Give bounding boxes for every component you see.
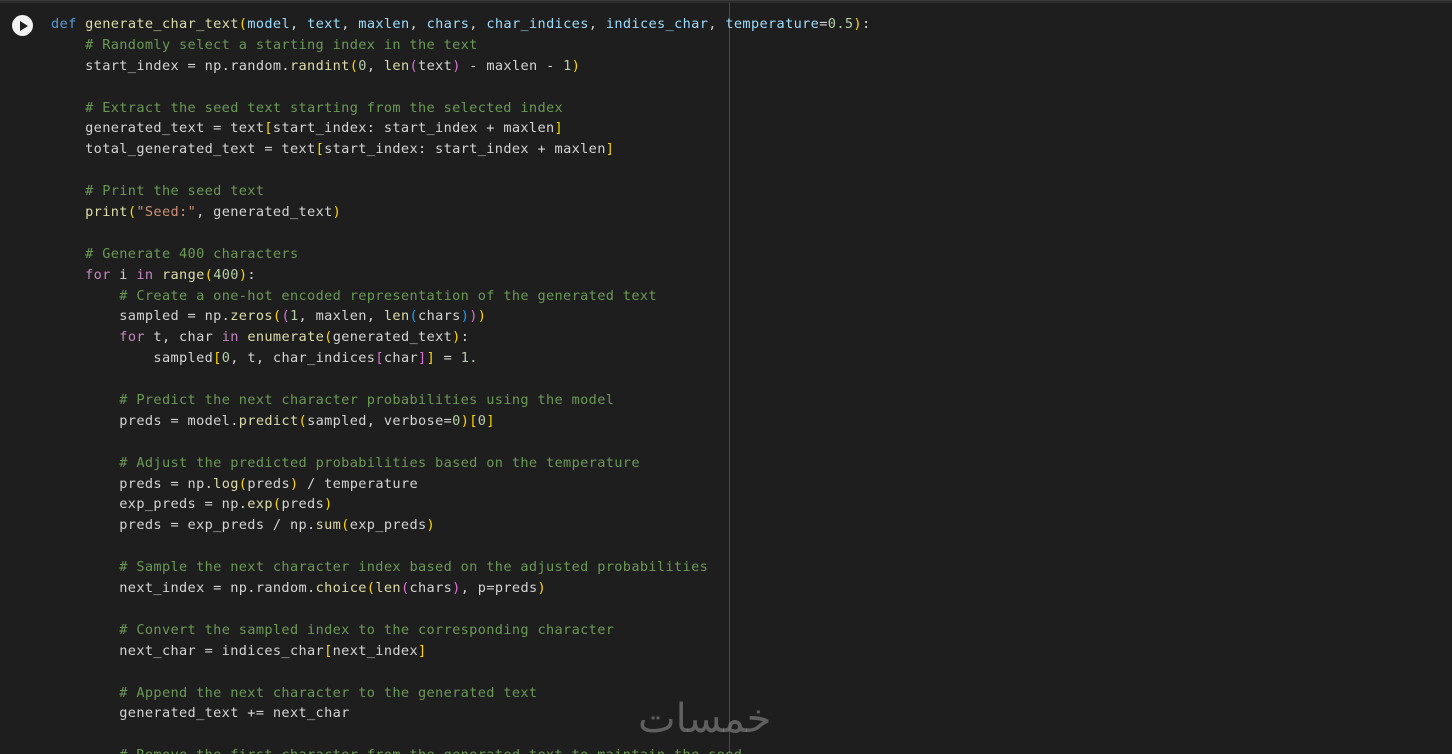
- code-line: next_char = indices_char[next_index]: [51, 642, 427, 659]
- code-line: generated_text = text[start_index: start…: [51, 120, 564, 137]
- code-line: # Print the seed text: [85, 183, 265, 200]
- code-line: for t, char in enumerate(generated_text)…: [119, 329, 470, 346]
- code-line: # Adjust the predicted probabilities bas…: [119, 454, 640, 471]
- code-line: total_generated_text = text[start_index:…: [51, 141, 615, 158]
- code-line: preds = exp_preds / np.sum(exp_preds): [51, 517, 436, 534]
- code-line: def generate_char_text(model, text, maxl…: [51, 16, 871, 32]
- code-line: # Convert the sampled index to the corre…: [119, 621, 615, 638]
- code-line: # Create a one-hot encoded representatio…: [119, 287, 657, 304]
- code-line: for i in range(400):: [85, 266, 256, 283]
- code-line: # Sample the next character index based …: [119, 559, 709, 576]
- cell-top-border: [0, 1, 1452, 3]
- code-line: next_index = np.random.choice(len(chars)…: [51, 580, 547, 597]
- code-line: # Generate 400 characters: [85, 245, 299, 262]
- code-line: # Extract the seed text starting from th…: [85, 99, 564, 116]
- code-line: sampled[0, t, char_indices[char]] = 1.: [51, 350, 478, 367]
- code-line: print("Seed:", generated_text): [85, 204, 342, 221]
- play-icon: [20, 20, 28, 31]
- code-line: sampled = np.zeros((1, maxlen, len(chars…: [51, 308, 487, 325]
- code-line: # Randomly select a starting index in th…: [85, 36, 478, 53]
- run-cell-button[interactable]: [12, 15, 33, 36]
- code-editor[interactable]: def generate_char_text(model, text, maxl…: [51, 14, 870, 754]
- code-line: preds = np.log(preds) / temperature: [51, 475, 419, 492]
- code-line: exp_preds = np.exp(preds): [51, 496, 333, 513]
- watermark-logo: خمسات: [638, 696, 772, 742]
- code-line: preds = model.predict(sampled, verbose=0…: [51, 412, 495, 429]
- code-line: start_index = np.random.randint(0, len(t…: [51, 57, 581, 74]
- code-line: # Remove the first character from the ge…: [51, 745, 870, 754]
- code-cell[interactable]: def generate_char_text(model, text, maxl…: [0, 0, 1452, 754]
- code-line: # Predict the next character probabiliti…: [119, 392, 615, 409]
